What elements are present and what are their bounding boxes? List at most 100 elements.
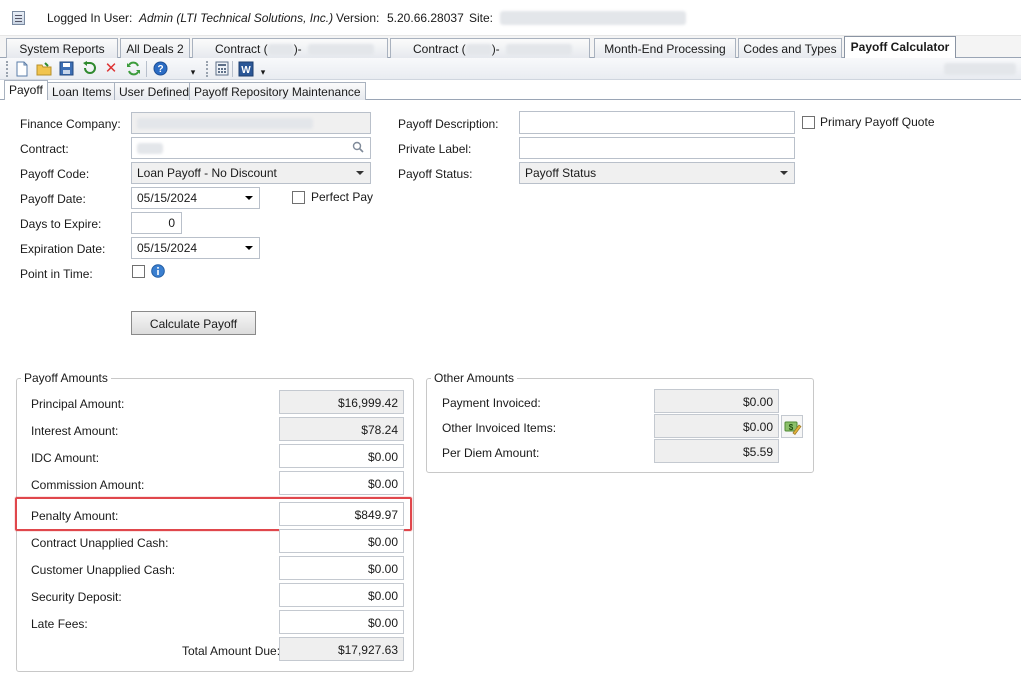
private-label-input[interactable] (519, 137, 795, 159)
tab-loan-items[interactable]: Loan Items (47, 82, 117, 100)
payment-invoiced-label: Payment Invoiced: (442, 396, 541, 410)
site-value-redacted (500, 11, 686, 25)
penalty-amount-input[interactable]: $849.97 (279, 502, 404, 526)
tab-system-reports[interactable]: System Reports (6, 38, 118, 58)
primary-payoff-quote-checkbox[interactable] (802, 116, 815, 129)
expiration-date-label: Expiration Date: (20, 242, 106, 256)
late-fees-label: Late Fees: (31, 617, 88, 631)
contract-label: Contract: (20, 142, 69, 156)
undo-icon[interactable] (81, 61, 97, 77)
svg-text:W: W (241, 65, 251, 76)
payment-invoiced-value: $0.00 (654, 389, 779, 413)
redacted-finance-company (137, 118, 313, 129)
chevron-down-icon (356, 171, 364, 175)
point-in-time-label: Point in Time: (20, 267, 93, 281)
interest-amount-label: Interest Amount: (31, 424, 119, 438)
delete-icon[interactable]: ✕ (103, 61, 119, 77)
toolbar-separator (232, 61, 233, 77)
tab-contract-1[interactable]: Contract ()- (192, 38, 388, 58)
payoff-status-dropdown[interactable]: Payoff Status (519, 162, 795, 184)
version-label: Version: (336, 11, 380, 25)
tab-all-deals-2[interactable]: All Deals 2 (120, 38, 190, 58)
penalty-amount-label: Penalty Amount: (31, 509, 119, 523)
payoff-description-label: Payoff Description: (398, 117, 499, 131)
calculate-payoff-button[interactable]: Calculate Payoff (131, 311, 256, 335)
version-value: 5.20.66.28037 (387, 11, 464, 25)
word-export-icon[interactable]: W (238, 61, 254, 77)
info-icon[interactable] (151, 264, 165, 281)
site-label: Site: (469, 11, 494, 25)
idc-amount-label: IDC Amount: (31, 451, 100, 465)
logged-in-label: Logged In User: (47, 11, 133, 25)
tab-label: User Defined (119, 85, 190, 99)
interest-amount-value: $78.24 (279, 417, 404, 441)
tab-label: Contract ( (215, 42, 268, 56)
expiration-date-picker[interactable]: 05/15/2024 (131, 237, 260, 259)
payoff-description-input[interactable] (519, 111, 795, 134)
chevron-down-icon (245, 196, 253, 200)
commission-amount-input[interactable]: $0.00 (279, 471, 404, 495)
point-in-time-checkbox[interactable] (132, 265, 145, 278)
late-fees-input[interactable]: $0.00 (279, 610, 404, 634)
money-edit-icon[interactable]: $ (781, 415, 803, 438)
customer-unapplied-cash-input[interactable]: $0.00 (279, 556, 404, 580)
tab-contract-2[interactable]: Contract ( )- (390, 38, 590, 58)
payoff-date-picker[interactable]: 05/15/2024 (131, 187, 260, 209)
tab-label: Payoff (9, 83, 43, 97)
tab-label: All Deals 2 (126, 42, 184, 56)
payoff-code-dropdown[interactable]: Loan Payoff - No Discount (131, 162, 371, 184)
security-deposit-input[interactable]: $0.00 (279, 583, 404, 607)
calculator-icon[interactable] (214, 61, 230, 77)
payoff-status-label: Payoff Status: (398, 167, 473, 181)
total-amount-due-label: Total Amount Due: (182, 644, 281, 658)
help-icon[interactable]: ? (152, 61, 168, 77)
sub-tab-strip: Payoff Loan Items User Defined Payoff Re… (0, 80, 1021, 100)
security-deposit-label: Security Deposit: (31, 590, 122, 604)
main-tab-strip: System Reports All Deals 2 Contract ()- … (0, 36, 1021, 58)
payoff-date-value: 05/15/2024 (137, 191, 198, 205)
overflow-icon[interactable]: ▾ (258, 61, 268, 77)
new-document-icon[interactable] (14, 61, 30, 77)
tab-payoff-repository-maintenance[interactable]: Payoff Repository Maintenance (189, 82, 366, 100)
toolbar-grip (206, 61, 208, 77)
primary-payoff-quote-label: Primary Payoff Quote (820, 115, 935, 129)
toolbar-grip (6, 61, 8, 77)
tab-payoff-calculator[interactable]: Payoff Calculator (844, 36, 956, 58)
tab-label: Loan Items (52, 85, 112, 99)
toolbar: ✕ ? ▾ W ▾ (0, 58, 1021, 80)
payoff-code-label: Payoff Code: (20, 167, 90, 181)
finance-company-field[interactable] (131, 112, 371, 134)
tab-label: Payoff Repository Maintenance (194, 85, 361, 99)
tab-label: Codes and Types (743, 42, 837, 56)
chevron-down-icon (245, 246, 253, 250)
days-to-expire-input[interactable]: 0 (131, 212, 182, 234)
tab-label-suffix: )- (491, 42, 500, 56)
payoff-date-label: Payoff Date: (20, 192, 86, 206)
svg-text:?: ? (157, 64, 163, 75)
days-to-expire-label: Days to Expire: (20, 217, 102, 231)
save-icon[interactable] (58, 61, 74, 77)
overflow-icon[interactable]: ▾ (188, 61, 198, 77)
redacted-user-name (944, 63, 1016, 75)
tab-label: Contract ( (413, 42, 466, 56)
per-diem-amount-value: $5.59 (654, 439, 779, 463)
perfect-pay-checkbox[interactable] (292, 191, 305, 204)
redacted-contract-id (267, 44, 294, 56)
customer-unapplied-cash-label: Customer Unapplied Cash: (31, 563, 176, 577)
total-amount-due-value: $17,927.63 (279, 637, 404, 661)
open-folder-icon[interactable] (36, 61, 52, 77)
tab-user-defined[interactable]: User Defined (114, 82, 195, 100)
search-icon[interactable] (352, 141, 364, 156)
refresh-icon[interactable] (125, 61, 141, 77)
contract-field[interactable] (131, 137, 371, 159)
tab-codes-and-types[interactable]: Codes and Types (738, 38, 842, 58)
logged-in-user: Admin (LTI Technical Solutions, Inc.) (139, 11, 334, 25)
tab-payoff[interactable]: Payoff (4, 80, 48, 100)
tab-month-end-processing[interactable]: Month-End Processing (594, 38, 736, 58)
contract-unapplied-cash-input[interactable]: $0.00 (279, 529, 404, 553)
other-amounts-title: Other Amounts (431, 371, 518, 385)
redacted-contract-name (505, 44, 572, 56)
tab-label: Month-End Processing (604, 42, 726, 56)
idc-amount-input[interactable]: $0.00 (279, 444, 404, 468)
other-invoiced-items-label: Other Invoiced Items: (442, 421, 557, 435)
